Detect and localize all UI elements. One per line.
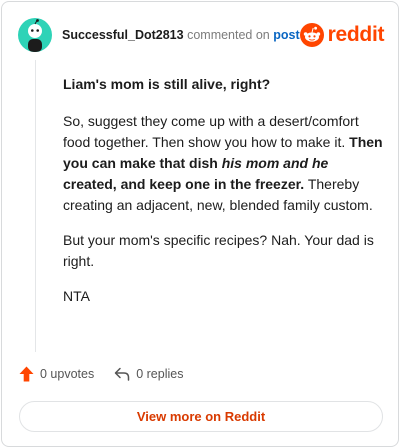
upvote-count: 0 upvotes bbox=[40, 367, 95, 381]
comment-meta: Successful_Dot2813 commented on post bbox=[62, 28, 300, 42]
comment-paragraph-2: But your mom's specific recipes? Nah. Yo… bbox=[63, 232, 374, 269]
reddit-logo-icon bbox=[299, 23, 324, 47]
reply-arrow-icon bbox=[114, 367, 130, 381]
reply-button[interactable]: 0 replies bbox=[114, 367, 183, 381]
commented-on-text: commented on bbox=[187, 28, 270, 42]
comment-actions: 0 upvotes 0 replies bbox=[19, 366, 203, 382]
comment-body: Liam's mom is still alive, right? So, su… bbox=[63, 74, 383, 321]
upvote-arrow-icon bbox=[19, 366, 34, 382]
reddit-brand[interactable]: reddit bbox=[299, 23, 385, 47]
post-link[interactable]: post bbox=[273, 28, 299, 42]
reply-count: 0 replies bbox=[136, 367, 184, 381]
reddit-wordmark: reddit bbox=[327, 23, 385, 46]
avatar[interactable] bbox=[18, 18, 52, 52]
comment-card: Successful_Dot2813 commented on post red… bbox=[1, 1, 399, 447]
comment-question: Liam's mom is still alive, right? bbox=[63, 76, 271, 92]
view-more-button[interactable]: View more on Reddit bbox=[19, 401, 383, 432]
paragraph-1-bold-b: created, and keep one in the freezer. bbox=[63, 176, 305, 192]
snoo-avatar-icon bbox=[28, 19, 42, 52]
upvote-button[interactable]: 0 upvotes bbox=[19, 366, 94, 382]
username[interactable]: Successful_Dot2813 bbox=[62, 28, 184, 42]
paragraph-1-text-a: So, suggest they come up with a desert/c… bbox=[63, 113, 359, 150]
comment-paragraph-1: So, suggest they come up with a desert/c… bbox=[63, 111, 383, 216]
paragraph-1-bold-italic: his mom and he bbox=[221, 155, 329, 171]
thread-line bbox=[35, 60, 36, 352]
comment-header: Successful_Dot2813 commented on post red… bbox=[18, 18, 385, 52]
comment-paragraph-3: NTA bbox=[63, 288, 90, 304]
